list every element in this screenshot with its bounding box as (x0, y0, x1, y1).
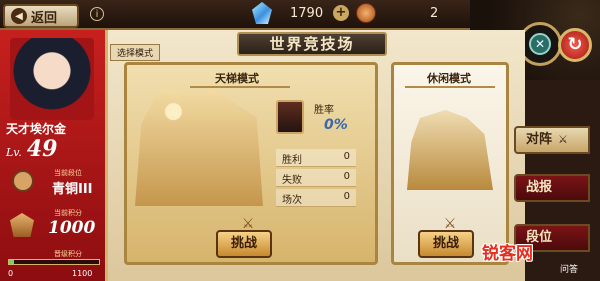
stat-value: 0 (343, 151, 350, 162)
player-level: Lv. 49 (6, 136, 57, 162)
arena-token-icon (356, 3, 376, 23)
mode-select-label: 选择模式 (110, 44, 161, 61)
points-value: 1000 (48, 218, 96, 238)
back-arrow-icon: ◀ (11, 8, 27, 24)
progress-min: 0 (8, 269, 14, 278)
back-button[interactable]: ◀ 返回 (3, 4, 79, 28)
rank-icon (12, 170, 34, 192)
casual-challenge-button[interactable]: 挑战 (418, 230, 474, 258)
watermark: 锐客网 (482, 244, 533, 264)
ladder-title-divider (190, 86, 290, 88)
ladder-challenge-button[interactable]: 挑战 (216, 230, 272, 258)
win-rate-value: 0% (324, 117, 348, 133)
points-label: 当前积分 (54, 209, 82, 217)
page-title: 世界竞技场 (237, 32, 387, 56)
close-icon[interactable]: ✕ (529, 33, 551, 55)
gem-count: 1790 (290, 6, 324, 21)
stat-value: 0 (343, 171, 350, 182)
rank-value: 青铜III (52, 182, 93, 197)
level-label: Lv. (6, 146, 22, 159)
info-icon[interactable]: i (90, 7, 104, 21)
rank-progress-bar (8, 259, 100, 265)
watermark-sub: 问答 (560, 265, 579, 275)
tab-battle-report[interactable]: 战报 (514, 174, 590, 202)
ladder-mode-title: 天梯模式 (215, 72, 259, 85)
tab-opponent[interactable]: 对阵 ⚔ (514, 126, 590, 154)
stat-label: 场次 (282, 195, 302, 206)
tab-report-label: 战报 (526, 180, 553, 195)
win-rate-label: 胜率 (314, 105, 334, 116)
avatar (10, 38, 94, 120)
points-icon (10, 213, 34, 237)
win-rate-emblem-icon (276, 100, 304, 134)
rank-label: 当前段位 (54, 169, 82, 177)
swords-icon: ⚔ (558, 133, 568, 146)
stat-row-matches: 场次 0 (276, 189, 356, 207)
stat-label: 失败 (282, 175, 302, 186)
token-count: 2 (430, 6, 439, 21)
stat-label: 胜利 (282, 155, 302, 166)
rank-progress-fill (9, 260, 15, 264)
player-profile-panel: 天才埃尔金 Lv. 49 当前段位 青铜III 当前积分 1000 晋级积分 0… (0, 30, 108, 281)
progress-max: 1100 (72, 269, 93, 278)
back-label: 返回 (31, 10, 58, 26)
level-value: 49 (26, 136, 58, 162)
next-rank-label: 晋级积分 (54, 250, 82, 258)
add-gems-button[interactable]: + (333, 5, 349, 21)
casual-title-divider (405, 86, 495, 88)
refresh-button[interactable]: ↻ (558, 28, 592, 62)
tab-opponent-label: 对阵 (526, 132, 553, 147)
stat-row-losses: 失败 0 (276, 169, 356, 187)
stat-value: 0 (343, 191, 350, 202)
stat-row-wins: 胜利 0 (276, 149, 356, 167)
casual-mode-title: 休闲模式 (427, 72, 471, 85)
hero-name: 天才埃尔金 (6, 122, 67, 136)
